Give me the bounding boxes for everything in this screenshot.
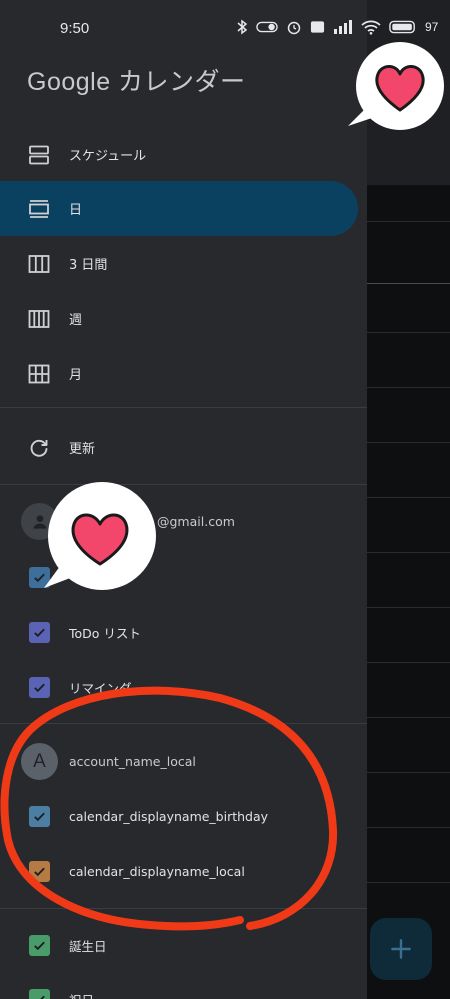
calendar-label: リマインダー — [69, 681, 145, 696]
check-icon — [40, 995, 45, 999]
grid-line — [366, 552, 450, 553]
calendar-checkbox[interactable] — [29, 622, 50, 643]
grid-line — [366, 827, 450, 828]
grid-line — [366, 332, 450, 333]
local-account-row[interactable]: A account_name_local — [0, 734, 367, 789]
avatar: A — [21, 743, 58, 780]
calendar-item-local[interactable]: calendar_displayname_local — [0, 844, 367, 899]
nav-item-label: 日 — [69, 203, 83, 218]
nav-item-label: 月 — [69, 368, 83, 383]
calendar-item-holidays[interactable]: 祝日 — [0, 972, 367, 999]
nav-item-refresh[interactable]: 更新 — [0, 420, 358, 475]
calendar-label: ToDo リスト — [69, 626, 141, 641]
day-icon — [29, 199, 49, 218]
nav-item-label: 更新 — [69, 442, 96, 457]
refresh-icon — [30, 439, 48, 457]
check-icon — [34, 867, 45, 877]
calendar-checkbox[interactable] — [29, 935, 50, 956]
nav-item-week[interactable]: 週 — [0, 291, 358, 346]
grid-line — [366, 717, 450, 718]
calendar-checkbox[interactable] — [29, 989, 50, 999]
nav-item-label: 週 — [69, 313, 83, 328]
calendar-item-birthday-local[interactable]: calendar_displayname_birthday — [0, 789, 367, 844]
grid-line — [366, 882, 450, 883]
heart-sticker — [44, 482, 156, 590]
calendar-background — [366, 0, 450, 999]
grid-line — [366, 607, 450, 608]
grid-line — [366, 221, 450, 222]
check-icon — [34, 683, 45, 693]
calendar-label: calendar_displayname_local — [69, 864, 245, 879]
calendar-checkbox[interactable] — [29, 677, 50, 698]
add-event-button[interactable] — [370, 918, 432, 980]
volte-icon — [310, 21, 325, 33]
account-name: account_name_local — [69, 754, 196, 769]
check-icon — [34, 941, 45, 951]
grid-line — [366, 662, 450, 663]
week-icon — [28, 309, 50, 328]
plus-icon — [391, 939, 411, 959]
nav-item-schedule[interactable]: スケジュール — [0, 127, 358, 182]
divider — [0, 723, 367, 724]
grid-line — [366, 772, 450, 773]
status-time: 9:50 — [60, 20, 90, 37]
month-icon — [28, 364, 50, 383]
check-icon — [34, 628, 45, 638]
heart-sticker — [348, 42, 444, 130]
calendar-label: 誕生日 — [69, 939, 107, 954]
three-day-icon — [28, 254, 50, 273]
alarm-icon — [287, 21, 301, 35]
calendar-label: 祝日 — [69, 990, 94, 999]
schedule-icon — [29, 145, 49, 164]
grid-line — [366, 387, 450, 388]
divider — [0, 407, 367, 408]
calendar-item-birthdays[interactable]: 誕生日 — [0, 918, 367, 973]
calendar-item-reminders[interactable]: リマインダー — [0, 660, 367, 715]
calendar-item-todo[interactable]: ToDo リスト — [0, 605, 367, 660]
check-icon — [34, 812, 45, 822]
account-email: @gmail.com — [157, 514, 235, 529]
app-title: Google カレンダー — [27, 68, 246, 96]
divider — [0, 908, 367, 909]
nav-item-three-day[interactable]: 3 日間 — [0, 236, 358, 291]
toggle-icon — [256, 21, 278, 33]
current-time-line — [366, 283, 450, 284]
calendar-label: calendar_displayname_birthday — [69, 809, 269, 824]
calendar-checkbox[interactable] — [29, 861, 50, 882]
nav-item-day[interactable]: 日 — [0, 181, 358, 236]
grid-line — [366, 442, 450, 443]
nav-item-month[interactable]: 月 — [0, 346, 358, 401]
bluetooth-icon — [237, 19, 248, 35]
grid-line — [366, 497, 450, 498]
nav-item-label: スケジュール — [69, 149, 147, 164]
nav-item-label: 3 日間 — [69, 258, 108, 273]
calendar-checkbox[interactable] — [29, 806, 50, 827]
